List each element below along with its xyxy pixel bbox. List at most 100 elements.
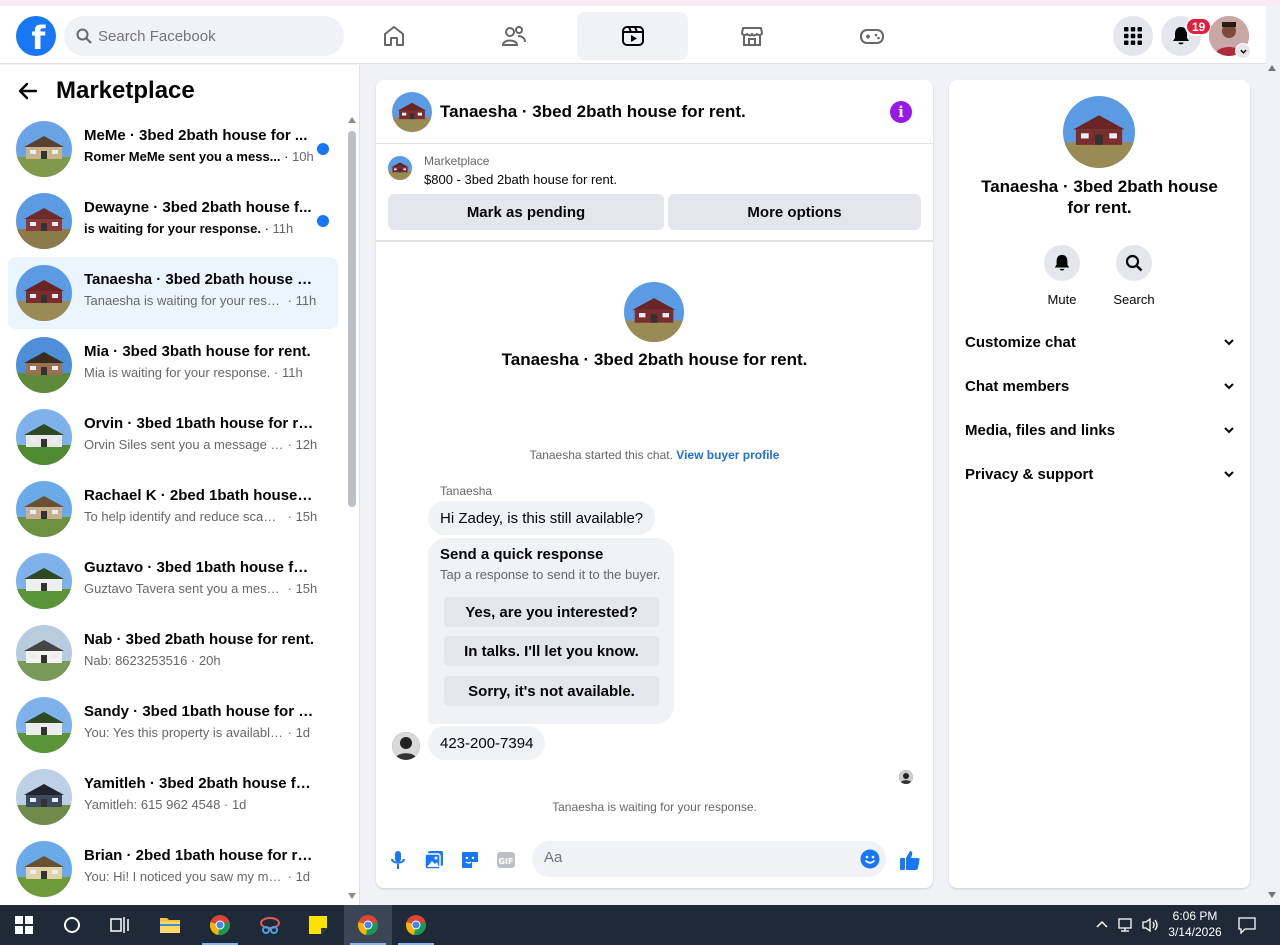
sender-avatar[interactable] bbox=[392, 732, 420, 760]
chrome-profile-button[interactable] bbox=[392, 905, 440, 945]
snipping-tool-button[interactable] bbox=[246, 905, 294, 945]
video-icon bbox=[621, 26, 644, 46]
conversation-item[interactable]: Brian · 2bed 1bath house for rent. You: H… bbox=[8, 833, 338, 905]
listing-thumbnail[interactable] bbox=[388, 156, 412, 180]
conversation-item[interactable]: Orvin · 3bed 1bath house for rent. Orvin … bbox=[8, 401, 338, 473]
mute-action[interactable]: Mute bbox=[1026, 245, 1098, 307]
nav-marketplace[interactable] bbox=[696, 12, 807, 60]
search-bar[interactable] bbox=[64, 16, 344, 56]
search-action[interactable]: Search bbox=[1098, 245, 1170, 307]
conversation-item[interactable]: Tanaesha · 3bed 2bath house for... Tanaes… bbox=[8, 257, 338, 329]
view-buyer-profile-link[interactable]: View buyer profile bbox=[676, 448, 779, 462]
conversation-item[interactable]: Mia · 3bed 3bath house for rent. Mia is w… bbox=[8, 329, 338, 401]
volume-icon[interactable] bbox=[1142, 917, 1160, 933]
message-input[interactable] bbox=[544, 849, 844, 866]
conversation-list: MeMe · 3bed 2bath house for ... Romer MeM… bbox=[8, 113, 338, 905]
conversation-title: Nab · 3bed 2bath house for rent. bbox=[84, 631, 315, 648]
search-label: Search bbox=[1113, 292, 1155, 307]
conversation-thumbnail bbox=[16, 769, 72, 825]
system-clock[interactable]: 6:06 PM 3/14/2026 bbox=[1166, 908, 1224, 940]
nav-friends[interactable] bbox=[458, 12, 569, 60]
conversation-title: Dewayne · 3bed 2bath house f... bbox=[84, 199, 312, 216]
bell-icon bbox=[1054, 254, 1070, 271]
emoji-icon[interactable] bbox=[860, 849, 880, 869]
chat-panel: Tanaesha · 3bed 2bath house for rent. i … bbox=[376, 80, 933, 888]
chat-thumbnail[interactable] bbox=[392, 92, 432, 132]
scroll-up-arrow[interactable] bbox=[348, 117, 356, 123]
conversation-preview: is waiting for your response. · 11h bbox=[84, 221, 294, 236]
task-view-icon bbox=[110, 917, 129, 933]
gif-button[interactable]: GIF bbox=[494, 848, 518, 872]
action-center-icon[interactable] bbox=[1238, 916, 1256, 934]
conversation-time: 1d bbox=[295, 869, 311, 884]
quick-response-option[interactable]: Sorry, it's not available. bbox=[444, 676, 659, 706]
back-arrow-icon[interactable] bbox=[18, 81, 38, 101]
details-thumbnail[interactable] bbox=[1063, 96, 1135, 168]
cortana-button[interactable] bbox=[48, 905, 96, 945]
conversation-title: Tanaesha · 3bed 2bath house for... bbox=[84, 271, 316, 288]
sender-name: Tanaesha bbox=[440, 484, 493, 498]
conversation-thumbnail bbox=[16, 841, 72, 897]
windows-logo-icon bbox=[15, 916, 33, 934]
more-options-button[interactable]: More options bbox=[668, 194, 921, 230]
conversation-item[interactable]: Dewayne · 3bed 2bath house f... is waitin… bbox=[8, 185, 338, 257]
sticker-button[interactable] bbox=[458, 848, 482, 872]
chrome-active-button[interactable] bbox=[344, 905, 392, 945]
conversation-item[interactable]: Sandy · 3bed 1bath house for rent. You: Y… bbox=[8, 689, 338, 761]
facebook-logo[interactable]: f bbox=[16, 16, 56, 56]
listing-card: Marketplace $800 - 3bed 2bath house for … bbox=[376, 144, 933, 242]
conversation-item[interactable]: Yamitleh · 3bed 2bath house for ... Yamit… bbox=[8, 761, 338, 833]
conversation-thumbnail bbox=[16, 121, 72, 177]
conversation-item[interactable]: Nab · 3bed 2bath house for rent. Nab: 862… bbox=[8, 617, 338, 689]
section-privacy-support[interactable]: Privacy & support bbox=[965, 452, 1235, 496]
quick-response-card: Send a quick response Tap a response to … bbox=[428, 538, 674, 724]
intro-title: Tanaesha · 3bed 2bath house for rent. bbox=[501, 350, 808, 369]
quick-response-option[interactable]: In talks. I'll let you know. bbox=[444, 636, 659, 666]
section-chat-members[interactable]: Chat members bbox=[965, 364, 1235, 408]
sidebar-scrollbar[interactable] bbox=[348, 131, 356, 507]
file-explorer-button[interactable] bbox=[146, 905, 194, 945]
message-input-box[interactable] bbox=[532, 841, 886, 877]
conversation-time: 15h bbox=[295, 509, 318, 524]
listing-price[interactable]: $800 - 3bed 2bath house for rent. bbox=[424, 172, 617, 187]
message-bubble: Hi Zadey, is this still available? bbox=[428, 501, 656, 535]
friends-icon bbox=[501, 26, 526, 46]
conversation-title: Guztavo · 3bed 1bath house for ... bbox=[84, 559, 316, 576]
mark-pending-button[interactable]: Mark as pending bbox=[388, 194, 664, 230]
conversation-time: 20h bbox=[198, 653, 221, 668]
start-button[interactable] bbox=[0, 905, 48, 945]
account-chevron[interactable] bbox=[1235, 43, 1251, 59]
scroll-down-arrow[interactable] bbox=[348, 893, 356, 899]
page-scroll-up-arrow[interactable] bbox=[1268, 65, 1276, 71]
conversation-item[interactable]: Rachael K · 2bed 1bath house fo... To hel… bbox=[8, 473, 338, 545]
voice-clip-button[interactable] bbox=[386, 848, 410, 872]
conversation-preview: Tanaesha is waiting for your respo... · … bbox=[84, 293, 317, 308]
unread-dot bbox=[317, 143, 329, 155]
conversation-title: Mia · 3bed 3bath house for rent. bbox=[84, 343, 311, 360]
quick-response-option[interactable]: Yes, are you interested? bbox=[444, 597, 659, 627]
conversation-time: 11h bbox=[281, 365, 303, 380]
section-customize-chat[interactable]: Customize chat bbox=[965, 320, 1235, 364]
sticky-notes-button[interactable] bbox=[294, 905, 342, 945]
network-icon[interactable] bbox=[1118, 917, 1136, 933]
info-icon[interactable]: i bbox=[890, 101, 912, 123]
conversation-item[interactable]: Guztavo · 3bed 1bath house for ... Guztav… bbox=[8, 545, 338, 617]
menu-button[interactable] bbox=[1113, 16, 1153, 56]
conversation-preview: You: Yes this property is available. F..… bbox=[84, 725, 311, 740]
nav-video[interactable] bbox=[577, 12, 688, 60]
nav-home[interactable] bbox=[338, 12, 449, 60]
chat-title[interactable]: Tanaesha · 3bed 2bath house for rent. bbox=[440, 102, 746, 122]
conversation-item[interactable]: MeMe · 3bed 2bath house for ... Romer MeM… bbox=[8, 113, 338, 185]
chevron-down-icon bbox=[1224, 339, 1234, 346]
like-button[interactable] bbox=[898, 848, 922, 872]
nav-gaming[interactable] bbox=[816, 12, 927, 60]
task-view-button[interactable] bbox=[96, 905, 144, 945]
chrome-button[interactable] bbox=[196, 905, 244, 945]
conversation-thumbnail bbox=[16, 553, 72, 609]
page-scroll-down-arrow[interactable] bbox=[1268, 892, 1276, 898]
section-media-files-links[interactable]: Media, files and links bbox=[965, 408, 1235, 452]
search-input[interactable] bbox=[98, 27, 318, 45]
conversation-time: 1d bbox=[295, 725, 311, 740]
tray-expand-icon[interactable] bbox=[1096, 919, 1108, 929]
attach-photo-button[interactable] bbox=[422, 848, 446, 872]
